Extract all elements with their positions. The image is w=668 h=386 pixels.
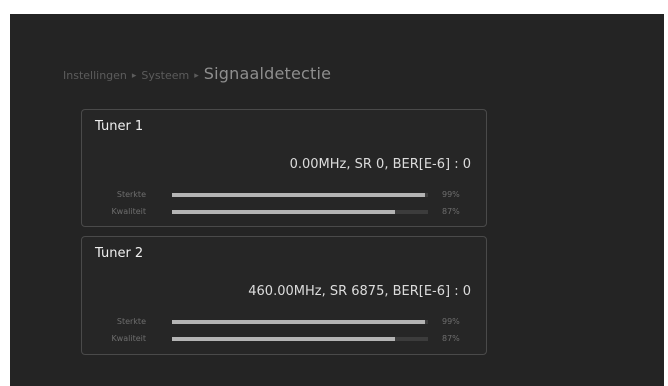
strength-bar-track <box>172 193 428 197</box>
tuner-title: Tuner 2 <box>95 246 144 261</box>
quality-label: Kwaliteit <box>111 207 146 216</box>
tuner-2-panel: Tuner 2 460.00MHz, SR 6875, BER[E-6] : 0… <box>81 236 487 355</box>
tuner-signal-info: 0.00MHz, SR 0, BER[E-6] : 0 <box>289 157 471 172</box>
strength-label: Sterkte <box>116 317 146 326</box>
strength-meter: Sterkte 99% <box>82 190 486 202</box>
quality-bar-track <box>172 337 428 341</box>
quality-meter: Kwaliteit 87% <box>82 207 486 219</box>
quality-value: 87% <box>442 207 460 216</box>
quality-bar-track <box>172 210 428 214</box>
breadcrumb-item-instellingen[interactable]: Instellingen <box>63 69 127 82</box>
strength-meter: Sterkte 99% <box>82 317 486 329</box>
quality-value: 87% <box>442 334 460 343</box>
strength-label: Sterkte <box>116 190 146 199</box>
tuner-1-panel: Tuner 1 0.00MHz, SR 0, BER[E-6] : 0 Ster… <box>81 109 487 227</box>
tuner-signal-info: 460.00MHz, SR 6875, BER[E-6] : 0 <box>248 284 471 299</box>
strength-bar-track <box>172 320 428 324</box>
breadcrumb: Instellingen ▸ Systeem ▸ Signaaldetectie <box>63 64 331 83</box>
tuner-title: Tuner 1 <box>95 119 144 134</box>
tv-screen: Instellingen ▸ Systeem ▸ Signaaldetectie Tun… <box>10 14 664 386</box>
quality-label: Kwaliteit <box>111 334 146 343</box>
quality-bar-fill <box>172 337 395 341</box>
strength-value: 99% <box>442 190 460 199</box>
breadcrumb-item-systeem[interactable]: Systeem <box>141 69 189 82</box>
strength-bar-fill <box>172 193 426 197</box>
breadcrumb-separator-icon: ▸ <box>194 71 199 81</box>
strength-value: 99% <box>442 317 460 326</box>
quality-bar-fill <box>172 210 395 214</box>
breadcrumb-separator-icon: ▸ <box>131 71 137 81</box>
quality-meter: Kwaliteit 87% <box>82 334 486 346</box>
page-title: Signaaldetectie <box>203 64 332 83</box>
strength-bar-fill <box>172 320 426 324</box>
